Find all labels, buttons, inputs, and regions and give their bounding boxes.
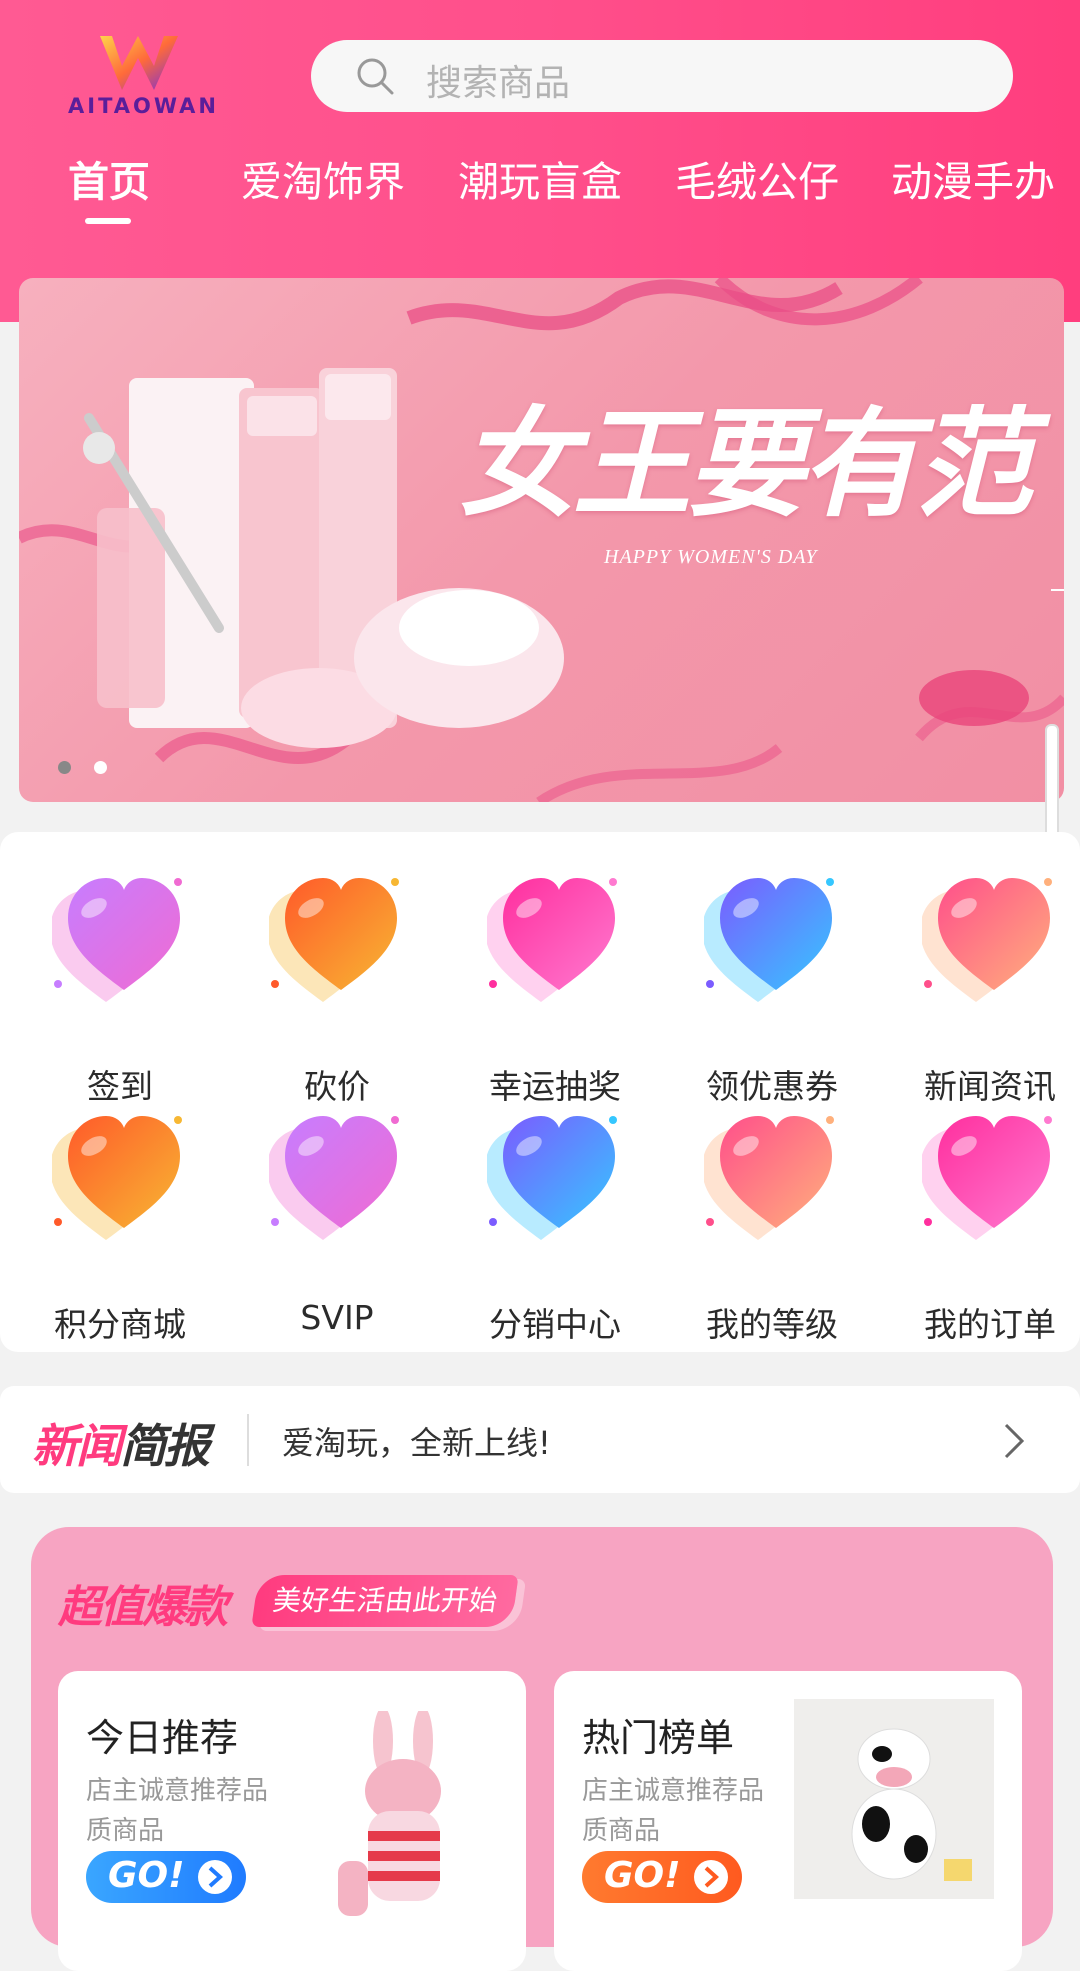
chevron-right-icon[interactable] [1000, 1421, 1028, 1461]
search-placeholder: 搜索商品 [426, 63, 571, 104]
heart-pink-icon [487, 878, 617, 1002]
heart-orange-icon [52, 1116, 182, 1240]
grid-item-label: 新闻资讯 [924, 1067, 1056, 1106]
card-desc: 店主诚意推荐品质商品 [582, 1776, 765, 1846]
grid-item[interactable]: 砍价 [239, 872, 419, 1106]
news-title-pink: 新闻 [32, 1419, 122, 1473]
promo-banner[interactable]: 女王要有范 HAPPY WOMEN'S DAY [19, 278, 1064, 802]
tab-home[interactable]: 首页 [68, 148, 150, 208]
heart-blue-icon [704, 878, 834, 1002]
search-icon [357, 58, 394, 95]
banner-subtitle: HAPPY WOMEN'S DAY [604, 546, 818, 568]
logo-text: AITAOWAN [68, 94, 219, 118]
go-button[interactable]: GO! [582, 1851, 742, 1903]
grid-item[interactable]: 分销中心 [457, 1110, 637, 1344]
hot-deals-tag: 美好生活由此开始 [251, 1575, 519, 1627]
card-desc: 店主诚意推荐品质商品 [86, 1776, 269, 1846]
grid-item[interactable]: 签到 [22, 872, 202, 1106]
hot-deals-title: 超值爆款 [58, 1582, 228, 1633]
cow-toy-image [794, 1699, 994, 1899]
logo[interactable]: AITAOWAN [60, 28, 240, 123]
heart-coral-icon [704, 1116, 834, 1240]
grid-item[interactable]: 领优惠券 [674, 872, 854, 1106]
grid-item[interactable]: SVIP [239, 1110, 419, 1337]
grid-item-label: 幸运抽奖 [489, 1067, 621, 1106]
heart-blue-icon [487, 1116, 617, 1240]
grid-item-label: 领优惠券 [706, 1067, 838, 1106]
hot-deals-section: 超值爆款 美好生活由此开始 今日推荐 店主诚意推荐品质商品 GO! 热门榜单 店… [31, 1527, 1053, 1971]
tab-anime-figures[interactable]: 动漫手办 [891, 148, 1055, 208]
grid-item[interactable]: 新闻资讯 [892, 872, 1072, 1106]
heart-purple-icon [52, 878, 182, 1002]
feature-grid: 签到 砍价 幸运抽奖 领优惠券 新闻资讯积分商城 SVIP 分销中心 我的等级 我的订单 [0, 832, 1080, 1352]
arrow-right-icon [198, 1860, 232, 1894]
tab-plush[interactable]: 毛绒公仔 [675, 148, 839, 208]
category-tabs: 首页 爱淘饰界 潮玩盲盒 毛绒公仔 动漫手办 [0, 140, 1080, 230]
grid-item-label: 积分商城 [54, 1305, 186, 1344]
tab-aitao-jewelry[interactable]: 爱淘饰界 [241, 148, 405, 208]
heart-coral-icon [922, 878, 1052, 1002]
grid-item[interactable]: 积分商城 [22, 1110, 202, 1344]
grid-item-label: 我的等级 [706, 1305, 838, 1344]
bunny-toy-image [338, 1711, 441, 1916]
grid-item-label: 我的订单 [924, 1305, 1056, 1344]
tab-active-indicator [85, 218, 131, 224]
news-text[interactable]: 爱淘玩，全新上线! [282, 1418, 551, 1464]
news-title: 新闻简报 [32, 1410, 210, 1476]
hot-list-card[interactable]: 热门榜单 店主诚意推荐品质商品 GO! [554, 1671, 1022, 1971]
header: AITAOWAN 搜索商品 首页 爱淘饰界 潮玩盲盒 毛绒公仔 动漫手办 [0, 0, 1080, 322]
card-title: 热门榜单 [582, 1716, 735, 1760]
carousel-dot[interactable] [58, 761, 71, 774]
go-label: GO! [108, 1855, 185, 1896]
heart-pink-icon [922, 1116, 1052, 1240]
search-input[interactable]: 搜索商品 [311, 40, 1013, 112]
grid-item-label: 分销中心 [489, 1305, 621, 1344]
grid-item-label: 签到 [87, 1067, 153, 1106]
carousel-dot[interactable] [94, 761, 107, 774]
news-title-dark: 简报 [120, 1419, 210, 1473]
grid-item[interactable]: 幸运抽奖 [457, 872, 637, 1106]
heart-purple-icon [269, 1116, 399, 1240]
grid-item[interactable]: 我的订单 [892, 1110, 1072, 1344]
today-recommend-card[interactable]: 今日推荐 店主诚意推荐品质商品 GO! [58, 1671, 526, 1971]
news-bulletin[interactable]: 新闻简报 爱淘玩，全新上线! [0, 1386, 1080, 1493]
divider [247, 1414, 249, 1466]
go-button[interactable]: GO! [86, 1851, 246, 1903]
heart-orange-icon [269, 878, 399, 1002]
grid-item-label: 砍价 [304, 1067, 370, 1106]
banner-title: 女王要有范 [459, 394, 1033, 533]
card-title: 今日推荐 [86, 1716, 239, 1760]
arrow-right-icon [694, 1860, 728, 1894]
banner-art-image [19, 278, 1064, 802]
grid-item-label: SVIP [300, 1298, 374, 1337]
tab-blind-box[interactable]: 潮玩盲盒 [458, 148, 622, 208]
go-label: GO! [604, 1855, 681, 1896]
grid-item[interactable]: 我的等级 [674, 1110, 854, 1344]
